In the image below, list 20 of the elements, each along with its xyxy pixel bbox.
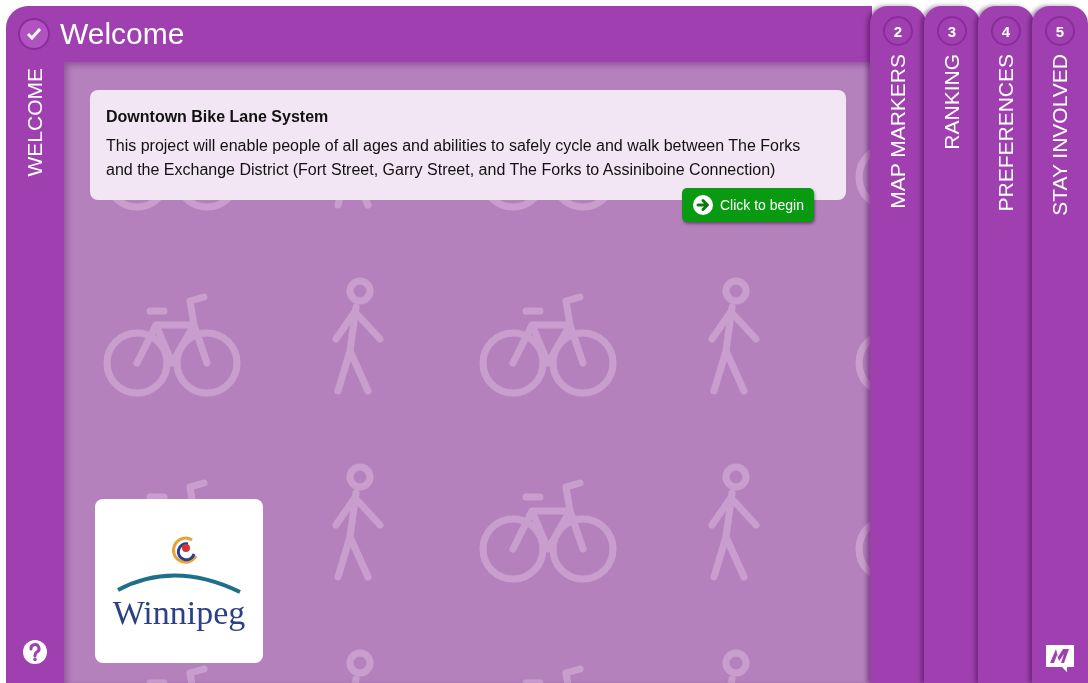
panel-title: Welcome bbox=[60, 17, 185, 51]
intro-text: This project will enable people of all ages and abilities to safely cycle and walk between The Forks and the Exchange District (Fort Street, Garry Street, and The Forks to Assiniboine Connection) bbox=[106, 136, 802, 180]
step-number: 3 bbox=[937, 16, 967, 46]
step-number: 5 bbox=[1045, 16, 1075, 46]
step-number: 2 bbox=[883, 16, 913, 46]
help-icon[interactable] bbox=[22, 639, 48, 665]
chat-logo-icon bbox=[1045, 643, 1075, 673]
step-label: RANKING bbox=[940, 54, 964, 150]
step-tab[interactable]: 5 STAY INVOLVED bbox=[1032, 6, 1088, 683]
step-tab[interactable]: 2 MAP MARKERS bbox=[870, 6, 926, 683]
step-label: STAY INVOLVED bbox=[1048, 54, 1072, 216]
logo-text: Winnipeg bbox=[112, 594, 246, 632]
step-tab[interactable]: 3 RANKING bbox=[924, 6, 980, 683]
intro-title: Downtown Bike Lane System bbox=[106, 108, 330, 126]
step-tab[interactable]: 4 PREFERENCES bbox=[978, 6, 1034, 683]
step-label: WELCOME bbox=[23, 68, 47, 177]
step-label: PREFERENCES bbox=[994, 54, 1018, 212]
begin-button[interactable]: Click to begin bbox=[681, 188, 814, 222]
step-number: 4 bbox=[991, 16, 1021, 46]
step-label: MAP MARKERS bbox=[886, 54, 910, 209]
